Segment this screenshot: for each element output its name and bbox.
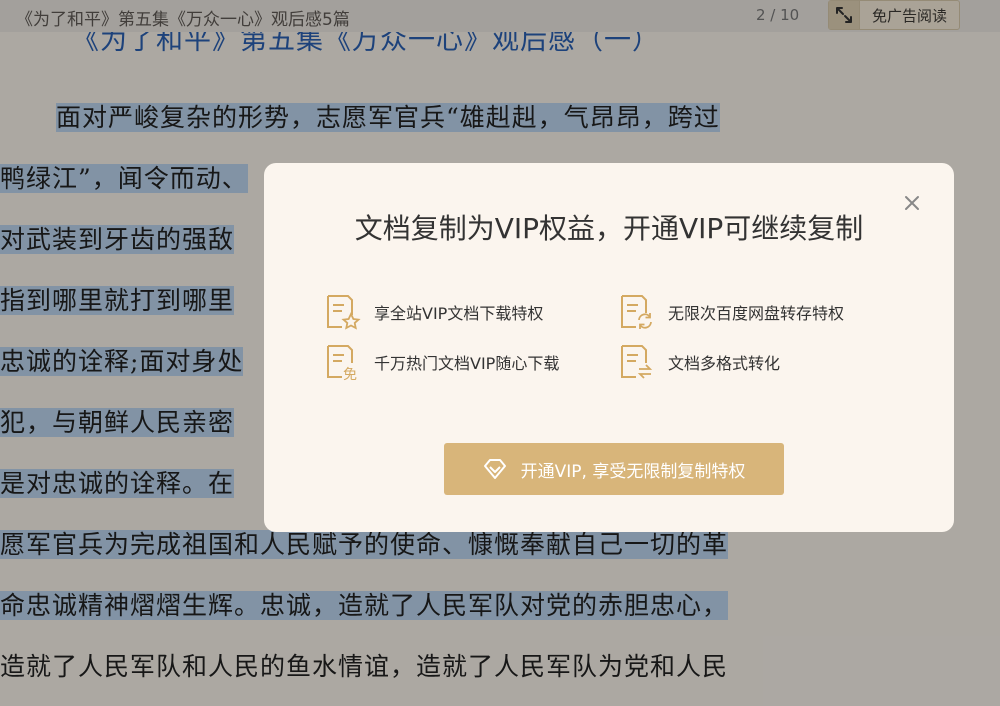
svg-text:免: 免 (343, 367, 357, 381)
benefit-label: 千万热门文档VIP随心下载 (374, 354, 560, 373)
doc-convert-icon (618, 343, 656, 381)
benefit-label: 享全站VIP文档下载特权 (374, 304, 544, 323)
benefit-item: 文档多格式转化 (618, 343, 780, 381)
open-vip-label: 开通VIP, 享受无限制复制特权 (520, 461, 746, 482)
diamond-icon (483, 457, 507, 481)
benefit-item: 享全站VIP文档下载特权 (324, 293, 543, 331)
benefit-item: 无限次百度网盘转存特权 (618, 293, 844, 331)
doc-free-icon: 免 (324, 343, 362, 383)
modal-title: 文档复制为VIP权益，开通VIP可继续复制 (354, 212, 864, 245)
open-vip-button[interactable]: 开通VIP, 享受无限制复制特权 (444, 443, 784, 495)
benefit-item: 免 千万热门文档VIP随心下载 (324, 343, 560, 383)
benefit-label: 文档多格式转化 (668, 354, 781, 373)
doc-star-icon (324, 293, 362, 331)
vip-copy-modal: 文档复制为VIP权益，开通VIP可继续复制 享全站VIP文档下载特权 无限次百度… (264, 163, 954, 532)
benefit-label: 无限次百度网盘转存特权 (668, 304, 845, 323)
doc-refresh-icon (618, 293, 656, 331)
